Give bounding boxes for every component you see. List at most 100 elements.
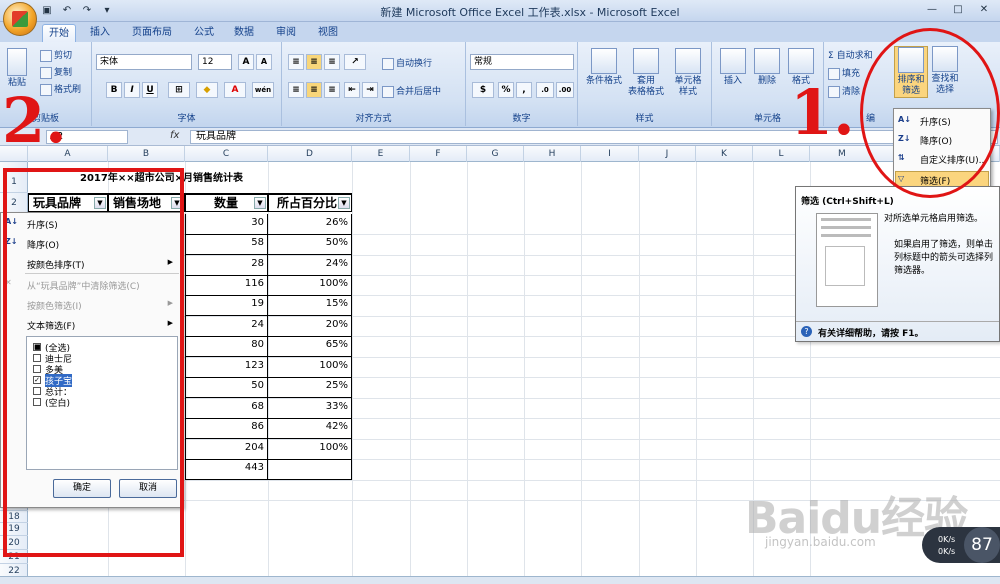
quantity-cell[interactable]: 116 [185,275,268,296]
quantity-cell[interactable]: 28 [185,255,268,276]
tab-formulas[interactable]: 公式 [188,24,220,42]
quantity-cell[interactable]: 19 [185,295,268,316]
quantity-cell[interactable]: 86 [185,418,268,439]
align-center-icon[interactable]: ≡ [306,82,322,98]
column-header[interactable]: H [524,146,581,162]
column-header[interactable]: G [467,146,524,162]
align-right-icon[interactable]: ≡ [324,82,340,98]
number-format-combo[interactable]: 常规 [470,54,574,70]
cut-button[interactable]: 剪切 [40,48,72,62]
wrap-text-button[interactable]: 自动换行 [382,56,432,70]
phonetic-button[interactable]: wén [252,82,274,98]
watermark-url: jingyan.baidu.com [765,535,876,549]
paste-button[interactable]: 粘贴 [6,48,28,89]
quantity-cell[interactable]: 50 [185,377,268,398]
decrease-decimal-icon[interactable]: .00 [556,82,574,98]
quantity-cell[interactable]: 204 [185,439,268,460]
quantity-cell[interactable]: 123 [185,357,268,378]
borders-button[interactable]: ⊞ [168,82,190,98]
tab-review[interactable]: 审阅 [270,24,302,42]
font-name-combo[interactable]: 宋体 [96,54,192,70]
increase-indent-icon[interactable]: ⇥ [362,82,378,98]
grid-line [410,162,411,584]
save-icon[interactable]: ▣ [40,4,54,18]
orientation-icon[interactable]: ↗ [344,54,366,70]
table-format-button[interactable]: 套用 表格格式 [624,48,668,98]
font-color-button[interactable]: A [224,82,246,98]
redo-icon[interactable]: ↷ [80,4,94,18]
fill-color-button[interactable]: ◆ [196,82,218,98]
merge-center-button[interactable]: 合并后居中 [382,84,441,98]
quantity-cell[interactable]: 30 [185,214,268,235]
percent-cell[interactable]: 100% [268,275,352,296]
grow-font-button[interactable]: A [238,54,254,70]
percent-cell[interactable]: 33% [268,398,352,419]
tab-page-layout[interactable]: 页面布局 [126,24,178,42]
percent-button[interactable]: % [498,82,514,98]
currency-icon[interactable]: $ [472,82,494,98]
close-icon[interactable]: ✕ [972,2,996,18]
cell-styles-button[interactable]: 单元格 样式 [668,48,708,98]
tab-home[interactable]: 开始 [42,24,76,42]
align-bottom-icon[interactable]: ≡ [324,54,340,70]
percent-cell[interactable]: 65% [268,336,352,357]
conditional-format-button[interactable]: 条件格式 [582,48,626,87]
insert-cells-button[interactable]: 插入 [716,48,750,87]
decrease-indent-icon[interactable]: ⇤ [344,82,360,98]
quantity-cell[interactable]: 68 [185,398,268,419]
percent-cell[interactable]: 50% [268,234,352,255]
total-percent-cell[interactable] [268,459,352,480]
percent-cell[interactable]: 24% [268,255,352,276]
filter-dropdown-icon[interactable]: ▼ [254,197,266,209]
number-group: 常规 $ % , .0 .00 数字 [466,42,578,126]
percent-cell[interactable]: 42% [268,418,352,439]
header-cell-quantity[interactable]: 数量 ▼ [185,193,268,212]
quantity-cell[interactable]: 24 [185,316,268,337]
annotation-rectangle [3,168,184,557]
column-header[interactable]: I [581,146,639,162]
column-header[interactable]: F [410,146,467,162]
comma-icon[interactable]: , [516,82,532,98]
delete-cells-button[interactable]: 删除 [750,48,784,87]
align-top-icon[interactable]: ≡ [288,54,304,70]
increase-decimal-icon[interactable]: .0 [536,82,554,98]
speed-up: 0K/s [938,535,956,544]
tab-insert[interactable]: 插入 [84,24,116,42]
percent-cell[interactable]: 100% [268,357,352,378]
tooltip-text-2: 如果启用了筛选，则单击列标题中的箭头可选择列筛选器。 [894,240,994,276]
quantity-cell[interactable]: 58 [185,234,268,255]
column-header[interactable]: E [352,146,410,162]
shrink-font-button[interactable]: A [256,54,272,70]
sheet-tabs-bar[interactable] [0,576,1000,584]
percent-cell[interactable]: 15% [268,295,352,316]
percent-cell[interactable]: 100% [268,439,352,460]
column-header[interactable]: D [268,146,352,162]
header-cell-percent[interactable]: 所占百分比 ▼ [268,193,352,212]
bold-button[interactable]: B [106,82,122,98]
maximize-icon[interactable]: □ [946,2,970,18]
tab-view[interactable]: 视图 [312,24,344,42]
filter-dropdown-icon[interactable]: ▼ [338,197,350,209]
column-header[interactable]: J [639,146,696,162]
italic-button[interactable]: I [124,82,140,98]
undo-icon[interactable]: ↶ [60,4,74,18]
column-header[interactable]: C [185,146,268,162]
font-size-combo[interactable]: 12 [198,54,232,70]
quantity-cell[interactable]: 443 [185,459,268,480]
quantity-cell[interactable]: 80 [185,336,268,357]
column-header[interactable]: B [108,146,185,162]
underline-button[interactable]: U [142,82,158,98]
office-button[interactable] [3,2,37,36]
percent-cell[interactable]: 26% [268,214,352,235]
customize-qat-icon[interactable]: ▾ [100,4,114,18]
percent-cell[interactable]: 20% [268,316,352,337]
copy-button[interactable]: 复制 [40,65,72,79]
align-left-icon[interactable]: ≡ [288,82,304,98]
align-middle-icon[interactable]: ≡ [306,54,322,70]
minimize-icon[interactable]: — [920,2,944,18]
tab-data[interactable]: 数据 [228,24,260,42]
fx-icon[interactable]: fx [170,130,179,141]
autosum-button[interactable]: Σ 自动求和 [828,48,873,61]
column-header[interactable]: K [696,146,753,162]
percent-cell[interactable]: 25% [268,377,352,398]
